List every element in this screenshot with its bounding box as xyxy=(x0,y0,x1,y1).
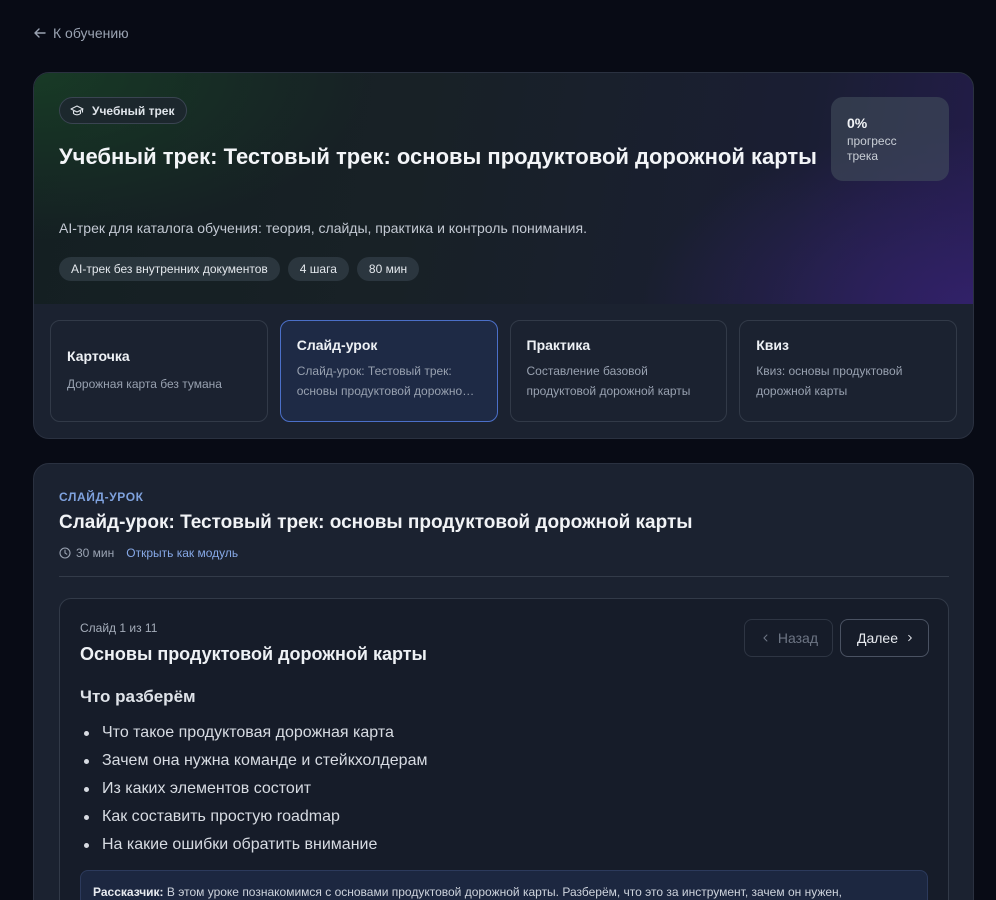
graduation-cap-icon xyxy=(70,104,84,115)
progress-label: прогресс трека xyxy=(847,134,897,163)
step-subtitle: Квиз: основы продуктовой дорожной карты xyxy=(756,364,903,398)
slide-bullet-list: Что такое продуктовая дорожная карта Зач… xyxy=(82,719,427,859)
step-card-slide-lesson[interactable]: Слайд-урок Слайд-урок: Тестовый трек: ос… xyxy=(279,320,498,422)
clock-icon xyxy=(59,547,71,559)
chevron-right-icon xyxy=(908,634,912,642)
list-item: На какие ошибки обратить внимание xyxy=(82,831,427,859)
module-card: СЛАЙД-УРОК Слайд-урок: Тестовый трек: ос… xyxy=(33,463,974,900)
module-duration: 30 мин xyxy=(59,546,114,560)
module-title: Слайд-урок: Тестовый трек: основы продук… xyxy=(59,512,693,533)
chip-steps: 4 шага xyxy=(287,257,349,281)
track-hero: Учебный трек Учебный трек: Тестовый трек… xyxy=(34,73,973,304)
open-as-module-link[interactable]: Открыть как модуль xyxy=(126,546,238,560)
track-title: Учебный трек: Тестовый трек: основы прод… xyxy=(59,144,817,169)
step-subtitle: Составление базовой продуктовой дорожной… xyxy=(526,364,691,398)
next-label: Далее xyxy=(857,630,899,646)
step-title: Практика xyxy=(526,337,591,353)
prev-slide-button[interactable]: Назад xyxy=(744,619,833,657)
track-progress: 0% прогресс трека xyxy=(831,97,949,181)
step-card-practice[interactable]: Практика Составление базовой продуктовой… xyxy=(509,320,728,422)
step-cards: Карточка Дорожная карта без тумана Слайд… xyxy=(50,320,957,422)
track-badge-label: Учебный трек xyxy=(92,103,175,118)
step-title: Слайд-урок xyxy=(296,337,378,353)
step-title: Квиз xyxy=(756,337,789,353)
track-description: AI-трек для каталога обучения: теория, с… xyxy=(59,220,587,236)
narrator-note: Рассказчик: В этом уроке познакомимся с … xyxy=(80,870,928,900)
prev-label: Назад xyxy=(777,630,818,646)
slide-card: Слайд 1 из 11 Основы продуктовой дорожно… xyxy=(59,598,949,900)
chevron-left-icon xyxy=(763,634,768,642)
slide-title: Основы продуктовой дорожной карты xyxy=(80,644,427,664)
list-item: Из каких элементов состоит xyxy=(82,775,427,803)
narrator-label: Рассказчик: xyxy=(93,885,164,899)
progress-value: 0% xyxy=(847,115,868,131)
module-kicker: СЛАЙД-УРОК xyxy=(59,490,144,504)
step-card-card[interactable]: Карточка Дорожная карта без тумана xyxy=(50,320,268,422)
next-slide-button[interactable]: Далее xyxy=(840,619,929,657)
track-card: Учебный трек Учебный трек: Тестовый трек… xyxy=(33,72,974,439)
back-link[interactable]: К обучению xyxy=(33,25,129,41)
duration-label: 30 мин xyxy=(76,546,115,560)
module-meta: 30 мин Открыть как модуль xyxy=(59,546,238,560)
step-card-quiz[interactable]: Квиз Квиз: основы продуктовой дорожной к… xyxy=(739,320,957,422)
step-subtitle: Дорожная карта без тумана xyxy=(67,377,222,391)
back-link-label: К обучению xyxy=(53,25,129,41)
track-chips: AI-трек без внутренних документов 4 шага… xyxy=(59,257,420,281)
slide-section-heading: Что разберём xyxy=(80,687,196,706)
step-subtitle: Слайд-урок: Тестовый трек: основы продук… xyxy=(296,364,469,398)
track-badge: Учебный трек xyxy=(59,97,188,124)
narrator-text: В этом уроке познакомимся с основами про… xyxy=(166,885,842,899)
arrow-left-icon xyxy=(34,28,46,38)
chip-source: AI-трек без внутренних документов xyxy=(59,257,280,281)
list-item: Как составить простую roadmap xyxy=(82,803,427,831)
list-item: Зачем она нужна команде и стейкхолдерам xyxy=(82,747,427,775)
step-title: Карточка xyxy=(67,348,130,364)
list-item: Что такое продуктовая дорожная карта xyxy=(82,719,427,747)
slide-counter: Слайд 1 из 11 xyxy=(80,621,158,635)
divider xyxy=(59,576,949,577)
chip-duration: 80 мин xyxy=(356,257,420,281)
